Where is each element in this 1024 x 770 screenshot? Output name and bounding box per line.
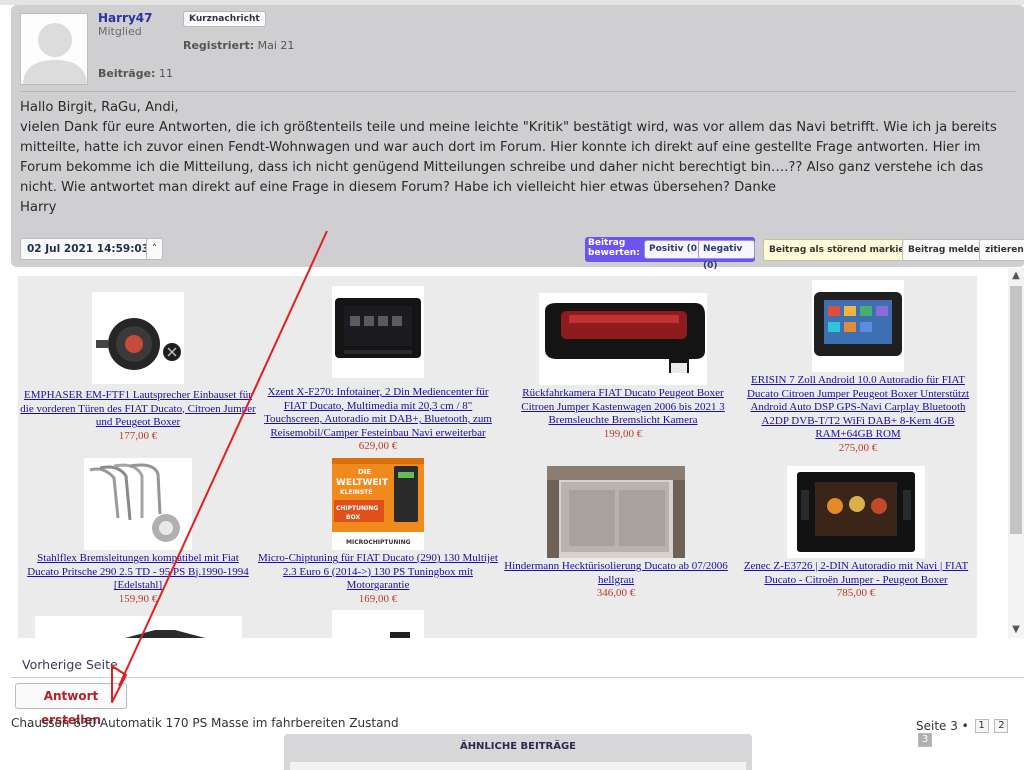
post-count-label: Beiträge:: [98, 67, 156, 80]
product-price: 199,00 €: [603, 427, 643, 440]
brake-lines-image[interactable]: [84, 458, 192, 550]
post-greeting: Hallo Birgit, RaGu, Andi,: [20, 100, 179, 115]
post-content: Hallo Birgit, RaGu, Andi, vielen Dank fü…: [20, 98, 1014, 218]
product-price: 177,00 €: [118, 429, 158, 442]
product-title-link[interactable]: Xzent X-F270: Infotainer, 2 Din Medience…: [258, 386, 498, 440]
chip-box-text: KLEINSTE: [340, 489, 372, 496]
post-date-link[interactable]: 02 Jul 2021 14:59:03: [20, 238, 157, 260]
product-title-link[interactable]: Zenec Z-E3726 | 2-DIN Autoradio mit Navi…: [736, 560, 976, 587]
product-image-partial[interactable]: [35, 616, 242, 638]
scroll-up-icon[interactable]: ▲: [1008, 268, 1024, 284]
chip-box-text: BOX: [346, 514, 360, 521]
product-card[interactable]: DIE WELTWEIT KLEINSTE CHIPTUNING BOX MIC…: [258, 458, 498, 606]
post-divider: [20, 91, 1016, 92]
product-card[interactable]: Hindermann Hecktürisolierung Ducato ab 0…: [500, 466, 732, 600]
rate-negative-button[interactable]: Negativ (0): [698, 240, 755, 271]
post-count-info: Beiträge: 11: [98, 67, 173, 80]
post-signature: Harry: [20, 200, 57, 215]
android-radio-image[interactable]: [812, 280, 904, 372]
registered-value: Mai 21: [257, 39, 295, 52]
rate-label: Beitrag bewerten:: [588, 238, 640, 258]
pagination: Seite 3 • 1 2 3: [916, 718, 1024, 747]
product-price: 169,00 €: [358, 592, 398, 605]
product-title-link[interactable]: Micro-Chiptuning für FIAT Ducato (290) 1…: [258, 552, 498, 593]
product-title-link[interactable]: EMPHASER EM-FTF1 Lautsprecher Einbauset …: [20, 389, 256, 430]
navi-radio-image[interactable]: [787, 466, 925, 558]
chip-box-text: CHIPTUNING: [336, 505, 378, 512]
product-card[interactable]: Stahlflex Bremsleitungen kompatibel mit …: [20, 458, 256, 606]
head-unit-image[interactable]: [332, 286, 424, 378]
product-card[interactable]: ERISIN 7 Zoll Android 10.0 Autoradio für…: [740, 280, 976, 455]
product-card[interactable]: EMPHASER EM-FTF1 Lautsprecher Einbauset …: [20, 292, 256, 443]
scroll-down-icon[interactable]: ▼: [1008, 622, 1024, 638]
caret-up-icon[interactable]: ˄: [146, 238, 163, 260]
forum-post: Harry47 Mitglied Kurznachricht Registrie…: [11, 5, 1024, 271]
registered-label: Registriert:: [183, 39, 255, 52]
page-1-link[interactable]: 1: [974, 718, 989, 733]
product-price: 629,00 €: [358, 440, 398, 452]
chip-box-text: DIE: [358, 468, 371, 476]
product-price: 346,00 €: [596, 587, 636, 599]
product-price: 275,00 €: [838, 441, 878, 454]
product-price: 159,90 €: [118, 592, 158, 605]
topic-title: Chausson 630 Automatik 170 PS Masse im f…: [11, 716, 399, 730]
product-card[interactable]: Xzent X-F270: Infotainer, 2 Din Medience…: [258, 286, 498, 453]
user-rank: Mitglied: [98, 25, 142, 38]
scroll-thumb[interactable]: [1010, 286, 1022, 534]
post-count-value: 11: [158, 67, 173, 80]
page-3-current: 3: [918, 733, 932, 747]
product-title-link[interactable]: Stahlflex Bremsleitungen kompatibel mit …: [20, 552, 256, 593]
brake-light-camera-image[interactable]: [539, 293, 707, 385]
product-ad-panel: EMPHASER EM-FTF1 Lautsprecher Einbauset …: [18, 276, 977, 638]
rate-label-line2: bewerten:: [588, 248, 640, 258]
registered-info: Registriert: Mai 21: [183, 39, 294, 52]
avatar[interactable]: [20, 13, 88, 85]
product-title-link[interactable]: Hindermann Hecktürisolierung Ducato ab 0…: [500, 560, 732, 587]
previous-page-link[interactable]: Vorherige Seite: [22, 657, 118, 672]
rate-post-box: Beitrag bewerten: Positiv (0) Negativ (0…: [585, 237, 755, 271]
post-paragraph: vielen Dank für eure Antworten, die ich …: [20, 120, 997, 195]
page-2-link[interactable]: 2: [994, 718, 1009, 733]
chip-box-text: MICROCHIPTUNING: [346, 539, 411, 546]
speaker-image[interactable]: [92, 292, 184, 384]
similar-posts-panel: ÄHNLICHE BEITRÄGE: [284, 734, 752, 770]
page-label: Seite 3 •: [916, 718, 969, 733]
chiptuning-box-image[interactable]: DIE WELTWEIT KLEINSTE CHIPTUNING BOX MIC…: [332, 458, 424, 550]
product-card[interactable]: Rückfahrkamera FIAT Ducato Peugeot Boxer…: [508, 293, 738, 441]
similar-posts-list: [290, 762, 746, 770]
similar-posts-heading: ÄHNLICHE BEITRÄGE: [459, 741, 577, 752]
username-link[interactable]: Harry47: [98, 11, 153, 25]
post-reply-button[interactable]: Antwort erstellen: [15, 683, 127, 727]
product-title-link[interactable]: ERISIN 7 Zoll Android 10.0 Autoradio für…: [740, 374, 976, 442]
ad-scrollbar[interactable]: ▲ ▼: [1008, 268, 1024, 638]
rate-label-line1: Beitrag: [588, 238, 626, 248]
product-title-link[interactable]: Rückfahrkamera FIAT Ducato Peugeot Boxer…: [508, 387, 738, 428]
product-price: 785,00 €: [836, 587, 876, 599]
product-image-partial[interactable]: [332, 610, 424, 638]
separator: [11, 677, 1024, 678]
product-card[interactable]: Zenec Z-E3726 | 2-DIN Autoradio mit Navi…: [736, 466, 976, 600]
door-insulation-image[interactable]: [547, 466, 685, 558]
quote-button[interactable]: zitieren: [979, 239, 1024, 261]
private-message-button[interactable]: Kurznachricht: [183, 11, 266, 27]
chip-box-text: WELTWEIT: [336, 478, 389, 488]
rate-positive-button[interactable]: Positiv (0): [644, 240, 707, 259]
